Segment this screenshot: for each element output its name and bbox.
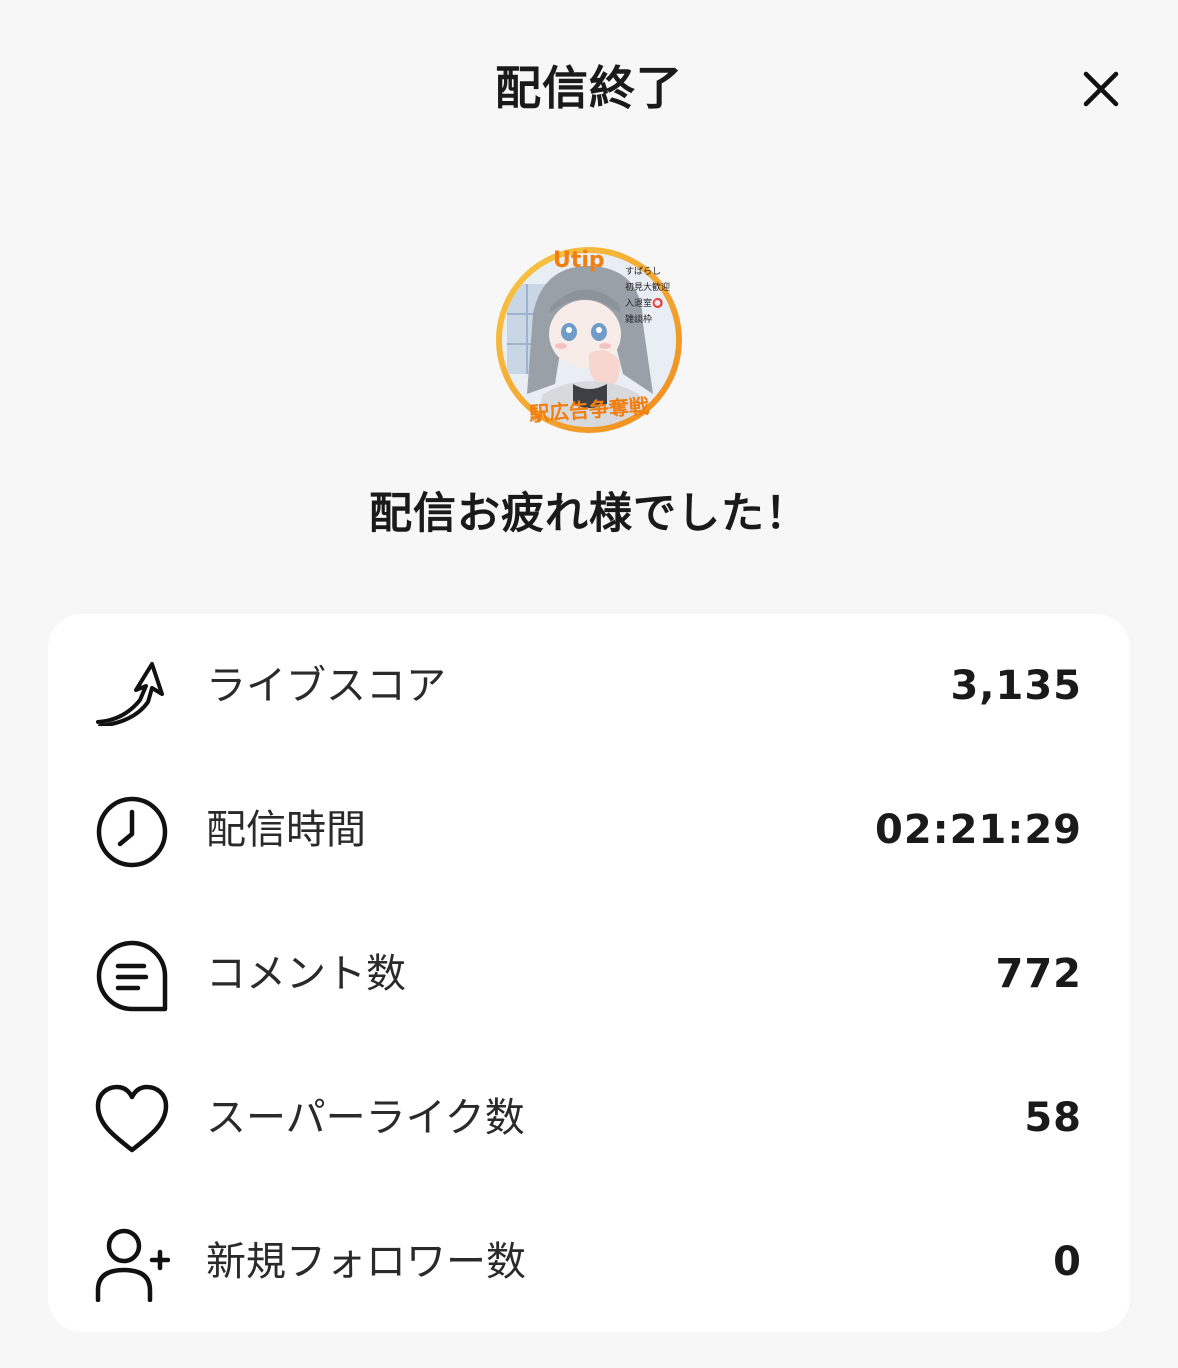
avatar-notes-text: すばらし 初見大歓迎 入退室⭕ 雑談枠 (625, 267, 671, 325)
completion-message: 配信お疲れ様でした！ (369, 489, 809, 539)
stat-value-new-followers: 0 (1053, 1239, 1082, 1285)
clock-icon (96, 796, 168, 868)
stat-row-comments: コメント数 772 (48, 902, 1130, 1046)
stat-row-super-likes: スーパーライク数 58 (48, 1046, 1130, 1190)
close-icon (1083, 71, 1119, 107)
stat-value-super-likes: 58 (1024, 1095, 1082, 1141)
page-title: 配信終了 (495, 61, 683, 115)
live-score-arrow-icon (96, 662, 164, 726)
stat-label-stream-time: 配信時間 (206, 807, 366, 853)
stat-value-stream-time: 02:21:29 (875, 807, 1082, 853)
heart-icon (95, 1084, 169, 1153)
stat-row-live-score: ライブスコア 3,135 (48, 614, 1130, 758)
stat-label-comments: コメント数 (206, 951, 406, 997)
stat-label-new-followers: 新規フォロワー数 (206, 1239, 526, 1285)
comment-icon (96, 940, 168, 1012)
add-user-icon (95, 1228, 170, 1302)
avatar-badge-text: Utip (553, 248, 605, 273)
stat-row-new-followers: 新規フォロワー数 0 (48, 1190, 1130, 1334)
stat-row-stream-time: 配信時間 02:21:29 (48, 758, 1130, 902)
avatar: Utip すばらし 初見大歓迎 入退室⭕ 雑談枠 駅広告争奪戦 (493, 244, 685, 436)
stream-ended-screen: 配信終了 Utip すばらし 初見大歓迎 入退室⭕ 雑談枠 駅広告争奪戦 配信お… (0, 0, 1178, 1368)
stat-value-comments: 772 (995, 951, 1082, 997)
stat-label-super-likes: スーパーライク数 (206, 1095, 525, 1141)
close-button[interactable] (1076, 64, 1126, 114)
stats-card: ライブスコア 3,135 配信時間 02:21:29 コメント数 772 スーパ… (48, 614, 1130, 1332)
stat-label-live-score: ライブスコア (206, 663, 446, 709)
stat-value-live-score: 3,135 (950, 663, 1082, 709)
